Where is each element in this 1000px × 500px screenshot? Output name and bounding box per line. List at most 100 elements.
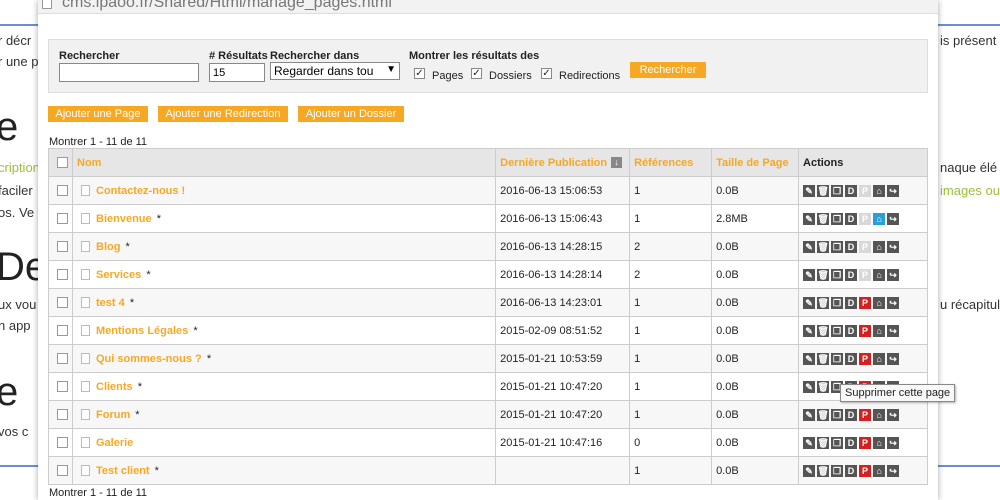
row-checkbox[interactable] xyxy=(57,465,68,477)
duplicate-icon[interactable]: D xyxy=(845,184,858,197)
page-name-link[interactable]: Galerie xyxy=(96,437,133,449)
results-count-input[interactable] xyxy=(209,63,265,82)
sort-desc-icon[interactable]: ↓ xyxy=(611,157,623,169)
trash-icon[interactable]: 🗑 xyxy=(817,408,830,421)
page-name-link[interactable]: Qui sommes-nous ? xyxy=(96,353,202,365)
trash-icon[interactable]: 🗑 xyxy=(817,268,830,281)
row-checkbox[interactable] xyxy=(57,213,68,225)
lock-icon[interactable]: ⌂ xyxy=(873,324,886,337)
lock-icon[interactable]: ⌂ xyxy=(873,352,886,365)
trash-icon[interactable]: 🗑 xyxy=(817,464,830,477)
row-checkbox[interactable] xyxy=(57,437,68,449)
copy-icon[interactable]: ❐ xyxy=(831,212,844,225)
publish-icon[interactable]: P xyxy=(859,436,872,449)
copy-icon[interactable]: ❐ xyxy=(831,240,844,253)
search-input[interactable] xyxy=(59,63,199,82)
trash-icon[interactable]: 🗑 xyxy=(817,352,830,365)
redirect-icon[interactable]: ↪ xyxy=(887,464,900,477)
page-name-link[interactable]: Blog xyxy=(96,241,120,253)
address-bar[interactable]: cms.ipaoo.fr/Shared/Html/manage_pages.ht… xyxy=(38,0,938,14)
edit-icon[interactable]: ✎ xyxy=(803,268,816,281)
redirect-icon[interactable]: ↪ xyxy=(887,240,900,253)
publish-icon[interactable]: P xyxy=(859,464,872,477)
trash-icon[interactable]: 🗑 xyxy=(817,212,830,225)
page-name-link[interactable]: Contactez-nous ! xyxy=(96,185,185,197)
publish-icon[interactable]: P xyxy=(859,268,872,281)
page-name-link[interactable]: Forum xyxy=(96,409,130,421)
copy-icon[interactable]: ❐ xyxy=(831,268,844,281)
filter-redirects-checkbox[interactable]: ✓ xyxy=(541,68,552,79)
lock-icon[interactable]: ⌂ xyxy=(873,212,886,225)
lock-icon[interactable]: ⌂ xyxy=(873,436,886,449)
publish-icon[interactable]: P xyxy=(859,240,872,253)
copy-icon[interactable]: ❐ xyxy=(831,352,844,365)
page-name-link[interactable]: Clients xyxy=(96,381,133,393)
publish-icon[interactable]: P xyxy=(859,184,872,197)
edit-icon[interactable]: ✎ xyxy=(803,184,816,197)
lock-icon[interactable]: ⌂ xyxy=(873,464,886,477)
header-published[interactable]: Dernière Publication ↓ xyxy=(495,148,631,177)
filter-folders-checkbox[interactable]: ✓ xyxy=(471,68,482,79)
edit-icon[interactable]: ✎ xyxy=(803,240,816,253)
publish-icon[interactable]: P xyxy=(859,296,872,309)
trash-icon[interactable]: 🗑 xyxy=(817,296,830,309)
search-button[interactable]: Rechercher xyxy=(630,62,706,78)
filter-pages-checkbox[interactable]: ✓ xyxy=(414,68,425,79)
lock-icon[interactable]: ⌂ xyxy=(873,240,886,253)
row-checkbox[interactable] xyxy=(57,381,68,393)
add-redirect-button[interactable]: Ajouter une Redirection xyxy=(158,106,288,122)
row-checkbox[interactable] xyxy=(57,269,68,281)
duplicate-icon[interactable]: D xyxy=(845,436,858,449)
page-name-link[interactable]: Services xyxy=(96,269,141,281)
header-references[interactable]: Références xyxy=(629,148,713,177)
page-name-link[interactable]: Bienvenue xyxy=(96,213,152,225)
duplicate-icon[interactable]: D xyxy=(845,268,858,281)
edit-icon[interactable]: ✎ xyxy=(803,436,816,449)
page-name-link[interactable]: test 4 xyxy=(96,297,125,309)
copy-icon[interactable]: ❐ xyxy=(831,324,844,337)
edit-icon[interactable]: ✎ xyxy=(803,352,816,365)
row-checkbox[interactable] xyxy=(57,185,68,197)
row-checkbox[interactable] xyxy=(57,297,68,309)
copy-icon[interactable]: ❐ xyxy=(831,184,844,197)
lock-icon[interactable]: ⌂ xyxy=(873,184,886,197)
edit-icon[interactable]: ✎ xyxy=(803,408,816,421)
copy-icon[interactable]: ❐ xyxy=(831,296,844,309)
duplicate-icon[interactable]: D xyxy=(845,240,858,253)
lock-icon[interactable]: ⌂ xyxy=(873,268,886,281)
duplicate-icon[interactable]: D xyxy=(845,352,858,365)
search-in-select[interactable]: Regarder dans tou ▼ xyxy=(270,62,400,80)
row-checkbox[interactable] xyxy=(57,353,68,365)
redirect-icon[interactable]: ↪ xyxy=(887,352,900,365)
page-name-link[interactable]: Test client xyxy=(96,465,150,477)
publish-icon[interactable]: P xyxy=(859,408,872,421)
edit-icon[interactable]: ✎ xyxy=(803,212,816,225)
copy-icon[interactable]: ❐ xyxy=(831,464,844,477)
select-all-checkbox[interactable] xyxy=(57,157,68,169)
add-folder-button[interactable]: Ajouter un Dossier xyxy=(298,106,404,122)
lock-icon[interactable]: ⌂ xyxy=(873,408,886,421)
duplicate-icon[interactable]: D xyxy=(845,464,858,477)
copy-icon[interactable]: ❐ xyxy=(831,408,844,421)
redirect-icon[interactable]: ↪ xyxy=(887,212,900,225)
add-page-button[interactable]: Ajouter une Page xyxy=(48,106,148,122)
redirect-icon[interactable]: ↪ xyxy=(887,436,900,449)
duplicate-icon[interactable]: D xyxy=(845,296,858,309)
redirect-icon[interactable]: ↪ xyxy=(887,184,900,197)
row-checkbox[interactable] xyxy=(57,325,68,337)
copy-icon[interactable]: ❐ xyxy=(831,436,844,449)
edit-icon[interactable]: ✎ xyxy=(803,296,816,309)
edit-icon[interactable]: ✎ xyxy=(803,324,816,337)
redirect-icon[interactable]: ↪ xyxy=(887,324,900,337)
trash-icon[interactable]: 🗑 xyxy=(817,184,830,197)
duplicate-icon[interactable]: D xyxy=(845,324,858,337)
trash-icon[interactable]: 🗑 xyxy=(817,436,830,449)
row-checkbox[interactable] xyxy=(57,241,68,253)
row-checkbox[interactable] xyxy=(57,409,68,421)
trash-icon[interactable]: 🗑 xyxy=(817,380,830,393)
edit-icon[interactable]: ✎ xyxy=(803,464,816,477)
duplicate-icon[interactable]: D xyxy=(845,212,858,225)
page-name-link[interactable]: Mentions Légales xyxy=(96,325,188,337)
trash-icon[interactable]: 🗑 xyxy=(817,240,830,253)
header-name[interactable]: Nom xyxy=(71,148,497,177)
